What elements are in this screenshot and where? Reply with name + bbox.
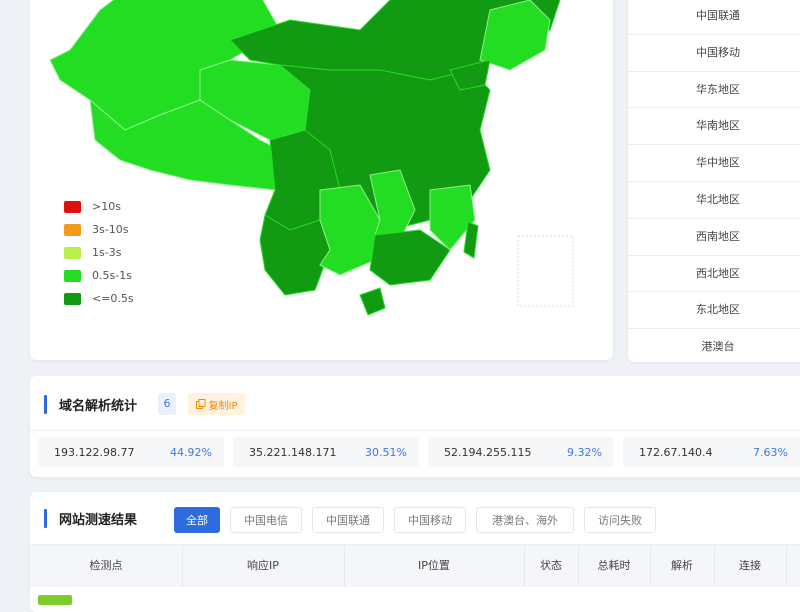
dns-ip-percent: 30.51% bbox=[365, 445, 407, 459]
region-row-china-mobile[interactable]: 中国移动 bbox=[628, 35, 800, 72]
column-header-ip-location[interactable]: IP位置 bbox=[344, 545, 525, 587]
section-accent-bar bbox=[44, 394, 47, 414]
region-row-northeast[interactable]: 东北地区 bbox=[628, 292, 800, 330]
south-sea-inset bbox=[517, 235, 574, 307]
copy-ip-label: 复制IP bbox=[208, 400, 238, 412]
speed-section-header: 网站测速结果 bbox=[44, 508, 137, 528]
column-header-node[interactable]: 检测点 bbox=[30, 545, 183, 587]
column-header-resolve[interactable]: 解析 bbox=[650, 545, 715, 587]
dns-section-header: 域名解析统计 bbox=[44, 394, 137, 414]
dns-ip-address: 35.221.148.171 bbox=[249, 445, 337, 459]
column-header-response-ip[interactable]: 响应IP bbox=[182, 545, 345, 587]
legend-label: >10s bbox=[92, 200, 121, 213]
dns-ip-item[interactable]: 35.221.148.171 30.51% bbox=[233, 437, 419, 467]
dns-ip-list: 193.122.98.77 44.92% 35.221.148.171 30.5… bbox=[30, 430, 800, 470]
region-row-central[interactable]: 华中地区 bbox=[628, 145, 800, 182]
dns-ip-percent: 9.32% bbox=[567, 445, 602, 459]
dns-section-title: 域名解析统计 bbox=[59, 398, 138, 414]
legend-label: 1s-3s bbox=[92, 246, 122, 259]
region-row-china-unicom[interactable]: 中国联通 bbox=[628, 0, 800, 35]
legend-item[interactable]: 1s-3s bbox=[64, 241, 134, 264]
speed-test-card: 网站测速结果 全部 中国电信 中国联通 中国移动 港澳台、海外 访问失败 检测点… bbox=[30, 492, 800, 612]
legend-swatch-lime bbox=[64, 246, 81, 259]
dns-ip-address: 52.194.255.115 bbox=[444, 445, 532, 459]
speed-table-header: 检测点 响应IP IP位置 状态 总耗时 解析 连接 bbox=[30, 544, 800, 587]
legend-item[interactable]: <=0.5s bbox=[64, 287, 134, 310]
section-accent-bar bbox=[44, 508, 47, 528]
tab-china-mobile[interactable]: 中国移动 bbox=[394, 507, 466, 533]
dns-ip-item[interactable]: 193.122.98.77 44.92% bbox=[38, 437, 224, 467]
tab-failed[interactable]: 访问失败 bbox=[584, 507, 656, 533]
tab-china-telecom[interactable]: 中国电信 bbox=[230, 507, 302, 533]
region-row-northwest[interactable]: 西北地区 bbox=[628, 256, 800, 293]
legend-swatch-dark-green bbox=[64, 292, 81, 305]
dns-count-badge: 6 bbox=[158, 393, 176, 415]
speed-section-title: 网站测速结果 bbox=[59, 512, 138, 528]
copy-icon bbox=[195, 399, 205, 409]
tab-all[interactable]: 全部 bbox=[174, 507, 220, 533]
map-region-hainan bbox=[359, 287, 386, 316]
column-header-connect[interactable]: 连接 bbox=[714, 545, 787, 587]
dns-ip-percent: 44.92% bbox=[170, 445, 212, 459]
legend-item[interactable]: 0.5s-1s bbox=[64, 264, 134, 287]
legend-swatch-green bbox=[64, 269, 81, 282]
copy-ip-button[interactable]: 复制IP bbox=[188, 393, 245, 415]
region-row-hk-macau-taiwan[interactable]: 港澳台 bbox=[628, 329, 800, 365]
china-map-card: >10s 3s-10s 1s-3s 0.5s-1s <=0.5s bbox=[30, 0, 613, 360]
dns-ip-percent: 7.63% bbox=[753, 445, 788, 459]
dns-ip-address: 172.67.140.4 bbox=[639, 445, 713, 459]
region-row-east[interactable]: 华东地区 bbox=[628, 72, 800, 109]
legend-swatch-orange bbox=[64, 223, 81, 236]
dns-ip-item[interactable]: 52.194.255.115 9.32% bbox=[428, 437, 614, 467]
map-legend: >10s 3s-10s 1s-3s 0.5s-1s <=0.5s bbox=[64, 195, 134, 310]
region-list-card: 中国联通 中国移动 华东地区 华南地区 华中地区 华北地区 西南地区 西北地区 … bbox=[628, 0, 800, 362]
tab-hk-overseas[interactable]: 港澳台、海外 bbox=[476, 507, 574, 533]
dns-ip-address: 193.122.98.77 bbox=[54, 445, 135, 459]
region-row-north[interactable]: 华北地区 bbox=[628, 182, 800, 219]
legend-label: 0.5s-1s bbox=[92, 269, 132, 282]
tab-china-unicom[interactable]: 中国联通 bbox=[312, 507, 384, 533]
row-status-marker bbox=[38, 595, 72, 605]
legend-item[interactable]: >10s bbox=[64, 195, 134, 218]
legend-label: <=0.5s bbox=[92, 292, 134, 305]
legend-swatch-red bbox=[64, 200, 81, 213]
region-row-south[interactable]: 华南地区 bbox=[628, 108, 800, 146]
legend-item[interactable]: 3s-10s bbox=[64, 218, 134, 241]
dns-stats-card: 域名解析统计 6 复制IP 193.122.98.77 44.92% 35.22… bbox=[30, 376, 800, 477]
legend-label: 3s-10s bbox=[92, 223, 129, 236]
column-header-total-time[interactable]: 总耗时 bbox=[578, 545, 651, 587]
dns-ip-item[interactable]: 172.67.140.4 7.63% bbox=[623, 437, 800, 467]
column-header-status[interactable]: 状态 bbox=[524, 545, 579, 587]
region-row-southwest[interactable]: 西南地区 bbox=[628, 219, 800, 256]
